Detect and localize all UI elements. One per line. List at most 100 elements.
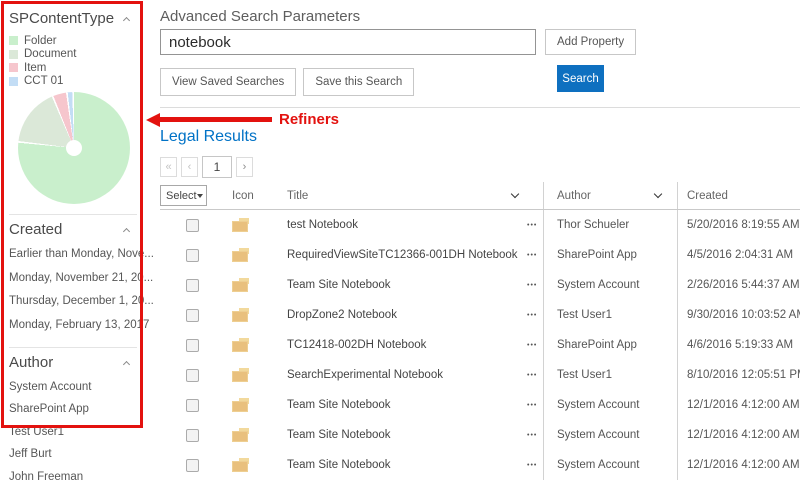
pagination: « ‹ 1 › [160, 156, 253, 178]
more-options-button[interactable]: ••• [527, 420, 543, 450]
row-checkbox[interactable] [186, 429, 199, 442]
prev-page-button[interactable]: ‹ [181, 157, 198, 177]
more-options-button[interactable]: ••• [527, 450, 543, 480]
result-author: System Account [557, 459, 639, 471]
legend-swatch-icon [9, 36, 18, 45]
result-title[interactable]: RequiredViewSiteTC12366-001DH Notebook [287, 249, 518, 261]
current-page-indicator[interactable]: 1 [202, 156, 232, 178]
refiner-value[interactable]: Monday, February 13, 2017 [9, 314, 150, 338]
table-row[interactable]: SearchExperimental Notebook ••• Test Use… [160, 360, 800, 390]
view-saved-searches-button[interactable]: View Saved Searches [160, 68, 296, 96]
row-checkbox[interactable] [186, 279, 199, 292]
more-options-button[interactable]: ••• [527, 270, 543, 300]
legend-item: Folder [9, 34, 150, 48]
result-created: 4/5/2016 2:04:31 AM [687, 249, 793, 261]
section-divider [9, 347, 137, 348]
result-title[interactable]: Team Site Notebook [287, 459, 391, 471]
result-created: 2/26/2016 5:44:37 AM [687, 279, 800, 291]
author-refiner-list: System Account SharePoint App Test User1… [9, 376, 150, 488]
column-header-author[interactable]: Author [557, 190, 591, 202]
legend-swatch-icon [9, 77, 18, 86]
results-heading[interactable]: Legal Results [160, 128, 257, 146]
collapse-chevron-icon[interactable] [123, 361, 130, 368]
legend-item: CCT 01 [9, 75, 150, 89]
refiner-value[interactable]: Test User1 [9, 421, 150, 443]
result-author: System Account [557, 429, 639, 441]
result-created: 8/10/2016 12:05:51 PM [687, 369, 800, 381]
legend-label[interactable]: Folder [24, 35, 57, 47]
save-this-search-button[interactable]: Save this Search [303, 68, 414, 96]
table-row[interactable]: Team Site Notebook ••• System Account 12… [160, 450, 800, 480]
table-row[interactable]: DropZone2 Notebook ••• Test User1 9/30/2… [160, 300, 800, 330]
result-author: System Account [557, 279, 639, 291]
more-options-button[interactable]: ••• [527, 390, 543, 420]
first-page-button[interactable]: « [160, 157, 177, 177]
legend-label[interactable]: CCT 01 [24, 75, 63, 87]
more-options-button[interactable]: ••• [527, 300, 543, 330]
more-options-button[interactable]: ••• [527, 330, 543, 360]
column-header-created: Created [687, 190, 728, 202]
folder-icon [232, 458, 249, 472]
result-author: SharePoint App [557, 249, 637, 261]
row-checkbox[interactable] [186, 369, 199, 382]
author-sort-chevron-icon[interactable] [654, 190, 662, 198]
folder-icon [232, 368, 249, 382]
table-row[interactable]: Team Site Notebook ••• System Account 12… [160, 390, 800, 420]
refiner-value[interactable]: Monday, November 21, 20... [9, 267, 150, 291]
result-title[interactable]: TC12418-002DH Notebook [287, 339, 426, 351]
result-created: 4/6/2016 5:19:33 AM [687, 339, 793, 351]
row-checkbox[interactable] [186, 459, 199, 472]
table-row[interactable]: test Notebook ••• Thor Schueler 5/20/201… [160, 210, 800, 240]
legend-swatch-icon [9, 50, 18, 59]
result-created: 9/30/2016 10:03:52 AM [687, 309, 800, 321]
refiner-value[interactable]: Thursday, December 1, 20... [9, 290, 150, 314]
more-options-button[interactable]: ••• [527, 360, 543, 390]
folder-icon [232, 278, 249, 292]
result-title[interactable]: Team Site Notebook [287, 399, 391, 411]
refiner-title: SPContentType [9, 10, 114, 27]
result-author: Test User1 [557, 369, 612, 381]
table-row[interactable]: Team Site Notebook ••• System Account 12… [160, 420, 800, 450]
result-author: SharePoint App [557, 339, 637, 351]
collapse-chevron-icon[interactable] [123, 17, 130, 24]
refiner-section-created: Created [9, 221, 133, 238]
select-dropdown[interactable]: Select [160, 185, 207, 206]
refiner-value[interactable]: SharePoint App [9, 398, 150, 420]
refiner-value[interactable]: Jeff Burt [9, 443, 150, 465]
row-checkbox[interactable] [186, 309, 199, 322]
legend-item: Document [9, 48, 150, 62]
created-refiner-list: Earlier than Monday, Nove... Monday, Nov… [9, 243, 150, 337]
table-body: test Notebook ••• Thor Schueler 5/20/201… [160, 210, 800, 480]
row-checkbox[interactable] [186, 249, 199, 262]
more-options-button[interactable]: ••• [527, 240, 543, 270]
refiner-value[interactable]: Earlier than Monday, Nove... [9, 243, 150, 267]
row-checkbox[interactable] [186, 339, 199, 352]
table-row[interactable]: RequiredViewSiteTC12366-001DH Notebook •… [160, 240, 800, 270]
row-checkbox[interactable] [186, 399, 199, 412]
column-header-title[interactable]: Title [287, 190, 308, 202]
select-dropdown-label: Select [166, 190, 197, 202]
legend-label[interactable]: Document [24, 48, 76, 60]
result-title[interactable]: DropZone2 Notebook [287, 309, 397, 321]
table-row[interactable]: Team Site Notebook ••• System Account 2/… [160, 270, 800, 300]
search-button[interactable]: Search [557, 65, 604, 92]
result-created: 12/1/2016 4:12:00 AM [687, 429, 800, 441]
result-title[interactable]: Team Site Notebook [287, 429, 391, 441]
result-title[interactable]: test Notebook [287, 219, 358, 231]
row-checkbox[interactable] [186, 219, 199, 232]
search-query-input[interactable] [160, 29, 536, 55]
table-row[interactable]: TC12418-002DH Notebook ••• SharePoint Ap… [160, 330, 800, 360]
result-created: 12/1/2016 4:12:00 AM [687, 459, 800, 471]
refiner-value[interactable]: System Account [9, 376, 150, 398]
add-property-button[interactable]: Add Property [545, 29, 636, 55]
result-title[interactable]: SearchExperimental Notebook [287, 369, 443, 381]
legend-label[interactable]: Item [24, 62, 46, 74]
search-row: Add Property [160, 29, 800, 55]
next-page-button[interactable]: › [236, 157, 253, 177]
folder-icon [232, 248, 249, 262]
result-title[interactable]: Team Site Notebook [287, 279, 391, 291]
collapse-chevron-icon[interactable] [123, 228, 130, 235]
title-sort-chevron-icon[interactable] [511, 190, 519, 198]
more-options-button[interactable]: ••• [527, 210, 543, 240]
legend-swatch-icon [9, 63, 18, 72]
